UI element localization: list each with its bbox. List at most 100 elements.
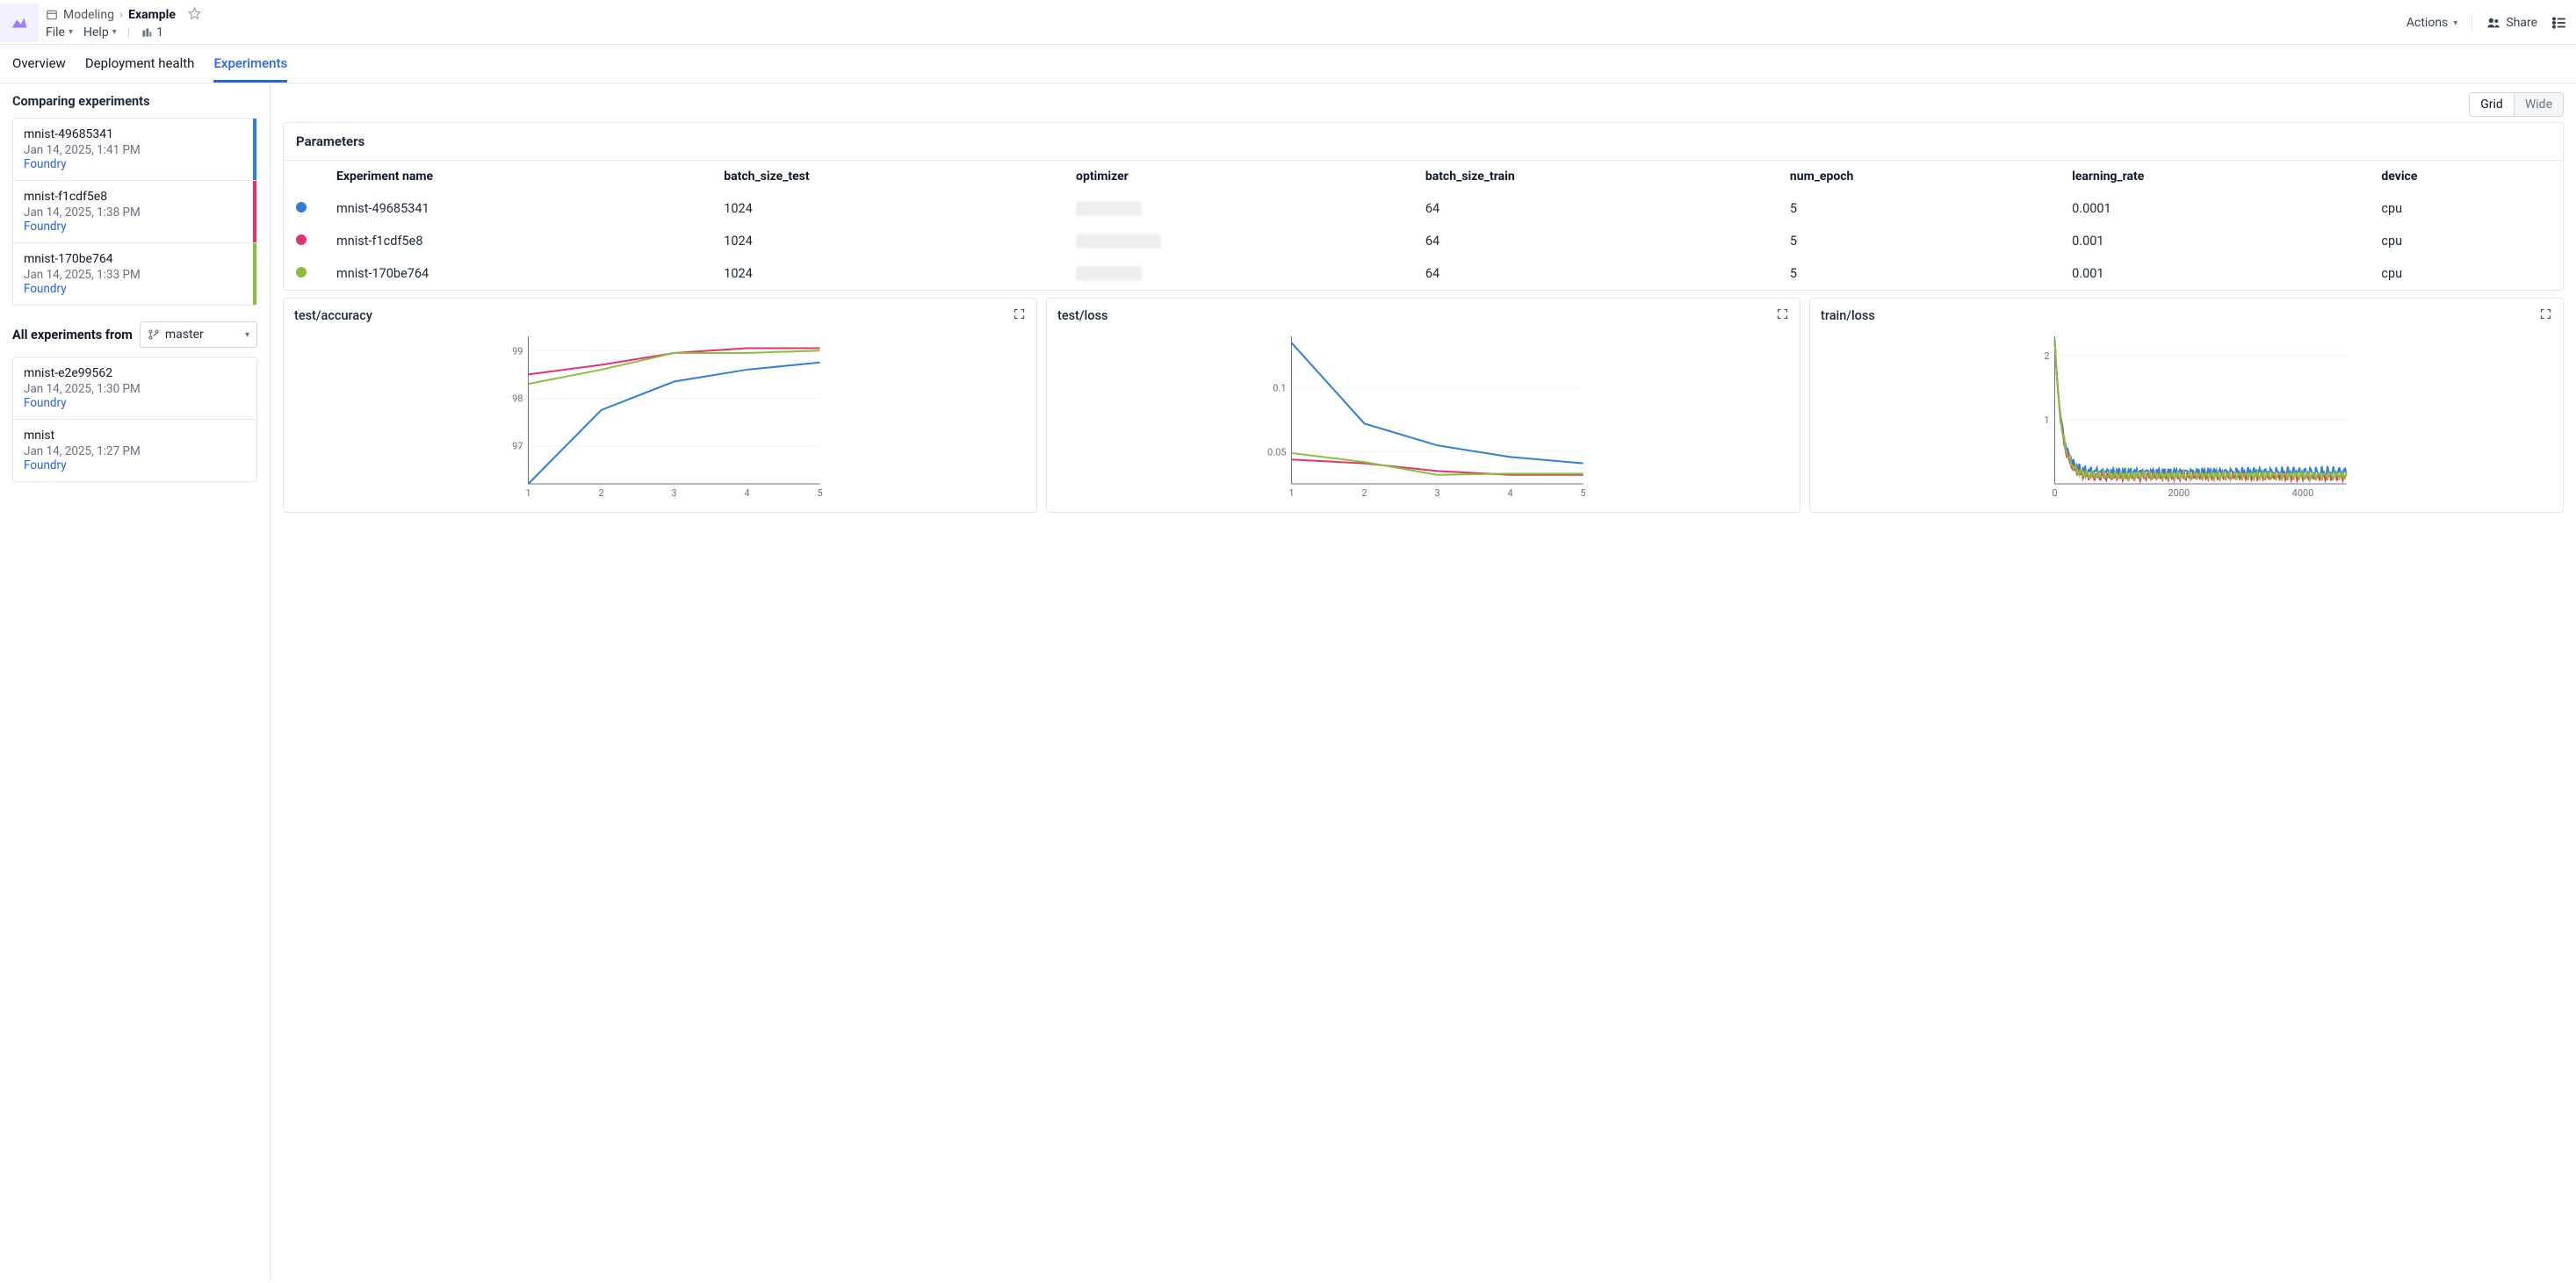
- cell-optimizer: xxxxxxxxx'>: [1064, 192, 1413, 225]
- table-row: mnist-49685341 1024 xxxxxxxxx'> 64 5 0.0…: [284, 192, 2563, 225]
- breadcrumb-section[interactable]: Modeling: [63, 8, 114, 22]
- experiment-name: mnist-e2e99562: [24, 366, 246, 380]
- svg-text:1: 1: [1288, 487, 1294, 499]
- expand-icon[interactable]: [1013, 307, 1026, 324]
- org-icon: [141, 26, 153, 39]
- chart-title: test/loss: [1057, 308, 1108, 323]
- tab-experiments[interactable]: Experiments: [213, 45, 287, 83]
- svg-text:0.05: 0.05: [1267, 446, 1286, 458]
- cell-num-epoch: 5: [1778, 225, 2060, 257]
- experiment-date: Jan 14, 2025, 1:27 PM: [24, 444, 246, 458]
- cell-experiment-name: mnist-49685341: [324, 192, 711, 225]
- cell-experiment-name: mnist-170be764: [324, 257, 711, 290]
- svg-text:2: 2: [598, 487, 603, 499]
- svg-text:4000: 4000: [2292, 487, 2314, 499]
- chart-plot[interactable]: 12020004000: [1821, 329, 2552, 505]
- tab-deployment-health[interactable]: Deployment health: [85, 45, 195, 83]
- column-header: learning_rate: [2060, 161, 2369, 192]
- table-row: mnist-f1cdf5e8 1024 xxxxxxxxxxxx'> 64 5 …: [284, 225, 2563, 257]
- svg-text:3: 3: [671, 487, 676, 499]
- svg-text:4: 4: [744, 487, 749, 499]
- comparing-experiment-card[interactable]: mnist-170be764 Jan 14, 2025, 1:33 PM Fou…: [13, 243, 256, 305]
- cell-experiment-name: mnist-f1cdf5e8: [324, 225, 711, 257]
- svg-text:1: 1: [525, 487, 530, 499]
- svg-text:97: 97: [512, 441, 523, 452]
- list-icon[interactable]: [2551, 15, 2567, 31]
- window-icon: [46, 9, 58, 21]
- chart-card: train/loss 12020004000: [1809, 298, 2564, 513]
- tab-overview[interactable]: Overview: [12, 45, 66, 83]
- comparing-title: Comparing experiments: [12, 94, 257, 109]
- cell-batch-size-train: 64: [1413, 257, 1778, 290]
- cell-batch-size-train: 64: [1413, 192, 1778, 225]
- chart-card: test/accuracy 97989912345: [283, 298, 1037, 513]
- cell-device: cpu: [2369, 192, 2563, 225]
- breadcrumb-current[interactable]: Example: [128, 8, 176, 22]
- svg-text:4: 4: [1507, 487, 1512, 499]
- chart-title: test/accuracy: [294, 308, 372, 323]
- chart-plot[interactable]: 0.050.112345: [1057, 329, 1789, 505]
- column-header: batch_size_test: [711, 161, 1064, 192]
- people-icon: [2486, 16, 2500, 30]
- experiment-date: Jan 14, 2025, 1:33 PM: [24, 268, 246, 282]
- comparing-experiment-card[interactable]: mnist-f1cdf5e8 Jan 14, 2025, 1:38 PM Fou…: [13, 181, 256, 243]
- share-button[interactable]: Share: [2486, 16, 2537, 30]
- series-color-dot: [296, 234, 307, 245]
- chart-title: train/loss: [1821, 308, 1875, 323]
- cell-batch-size-test: 1024: [711, 225, 1064, 257]
- svg-text:3: 3: [1434, 487, 1440, 499]
- chart-card: test/loss 0.050.112345: [1046, 298, 1800, 513]
- experiment-card[interactable]: mnist Jan 14, 2025, 1:27 PM Foundry: [13, 420, 256, 481]
- grid-view-button[interactable]: Grid: [2470, 93, 2515, 116]
- experiment-source-link[interactable]: Foundry: [24, 396, 246, 410]
- cell-batch-size-train: 64: [1413, 225, 1778, 257]
- branch-select[interactable]: master ▾: [140, 321, 257, 348]
- column-header: Experiment name: [324, 161, 711, 192]
- cell-device: cpu: [2369, 225, 2563, 257]
- presence-indicator[interactable]: 1: [141, 25, 163, 40]
- experiment-source-link[interactable]: Foundry: [24, 157, 246, 171]
- series-color-dot: [296, 267, 307, 278]
- experiment-date: Jan 14, 2025, 1:38 PM: [24, 205, 246, 220]
- cell-num-epoch: 5: [1778, 192, 2060, 225]
- breadcrumb: Modeling › Example: [46, 7, 201, 24]
- expand-icon[interactable]: [2539, 307, 2552, 324]
- chart-plot[interactable]: 97989912345: [294, 329, 1026, 505]
- table-row: mnist-170be764 1024 xxxxxxxxx'> 64 5 0.0…: [284, 257, 2563, 290]
- cell-optimizer: xxxxxxxxx'>: [1064, 257, 1413, 290]
- svg-text:2: 2: [2044, 350, 2049, 362]
- svg-text:2000: 2000: [2168, 487, 2190, 499]
- chevron-down-icon: ▾: [245, 330, 249, 340]
- experiment-source-link[interactable]: Foundry: [24, 458, 246, 472]
- file-menu[interactable]: File▾: [46, 25, 73, 40]
- parameters-table: Experiment namebatch_size_testoptimizerb…: [284, 161, 2563, 290]
- cell-batch-size-test: 1024: [711, 192, 1064, 225]
- svg-text:1: 1: [2044, 414, 2049, 426]
- cell-device: cpu: [2369, 257, 2563, 290]
- actions-menu[interactable]: Actions▾: [2406, 16, 2457, 30]
- all-experiments-label: All experiments from: [12, 328, 133, 342]
- cell-learning-rate: 0.001: [2060, 225, 2369, 257]
- branch-icon: [148, 328, 160, 341]
- cell-learning-rate: 0.001: [2060, 257, 2369, 290]
- star-icon[interactable]: [188, 7, 201, 24]
- column-header: batch_size_train: [1413, 161, 1778, 192]
- experiment-name: mnist-49685341: [24, 127, 246, 141]
- comparing-experiment-card[interactable]: mnist-49685341 Jan 14, 2025, 1:41 PM Fou…: [13, 119, 256, 181]
- app-logo[interactable]: [0, 4, 39, 42]
- experiment-source-link[interactable]: Foundry: [24, 282, 246, 296]
- help-menu[interactable]: Help▾: [83, 25, 117, 40]
- column-header: optimizer: [1064, 161, 1413, 192]
- experiment-card[interactable]: mnist-e2e99562 Jan 14, 2025, 1:30 PM Fou…: [13, 357, 256, 420]
- expand-icon[interactable]: [1776, 307, 1789, 324]
- experiment-date: Jan 14, 2025, 1:30 PM: [24, 382, 246, 396]
- wide-view-button[interactable]: Wide: [2515, 93, 2563, 116]
- cell-optimizer: xxxxxxxxxxxx'>: [1064, 225, 1413, 257]
- parameters-title: Parameters: [284, 123, 2563, 161]
- column-header: num_epoch: [1778, 161, 2060, 192]
- experiment-name: mnist-170be764: [24, 252, 246, 266]
- experiment-source-link[interactable]: Foundry: [24, 220, 246, 234]
- experiment-date: Jan 14, 2025, 1:41 PM: [24, 143, 246, 157]
- svg-text:98: 98: [512, 393, 523, 404]
- svg-text:2: 2: [1361, 487, 1367, 499]
